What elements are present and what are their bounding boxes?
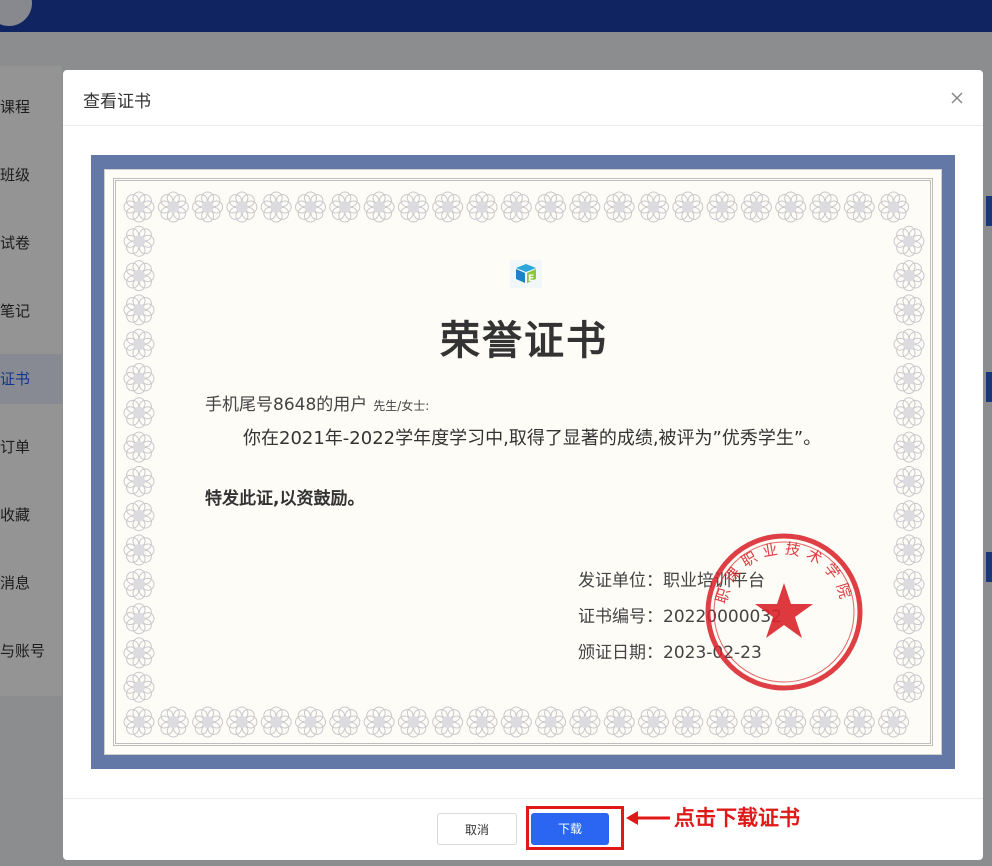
cancel-button[interactable]: 取消 (437, 813, 517, 845)
border-flower (603, 191, 635, 223)
border-flower (397, 706, 429, 738)
border-flower (123, 534, 155, 566)
border-flower (432, 706, 464, 738)
border-flower (638, 191, 669, 223)
border-flower (123, 500, 155, 532)
border-flower (893, 637, 925, 669)
svg-text:E: E (528, 274, 534, 284)
border-flower (466, 706, 498, 738)
border-flower (878, 706, 910, 738)
certificate-title: 荣誉证书 (440, 318, 608, 364)
border-flower (775, 706, 807, 738)
border-flower (893, 500, 925, 532)
border-flower (432, 191, 464, 223)
border-flower (843, 191, 875, 223)
border-flower (123, 465, 155, 497)
border-flower (740, 191, 772, 223)
border-flower (569, 191, 601, 223)
border-flower (157, 191, 189, 223)
border-flower (638, 706, 669, 738)
official-seal: 职课职业技术学院 (705, 533, 863, 691)
annotation-arrow-icon (626, 811, 670, 825)
border-flower (603, 706, 635, 738)
modal-title: 查看证书 (83, 92, 151, 112)
border-flower (740, 706, 772, 738)
modal-footer: 取消 下载 (63, 798, 983, 860)
border-flower (123, 397, 155, 429)
border-flower (363, 191, 395, 223)
border-flower (500, 706, 532, 738)
border-flower (123, 225, 155, 257)
certificate: E 荣誉证书 手机尾号8648的用户 先生/女士: 你在2021年-2022学年度… (91, 155, 955, 769)
border-flower (397, 191, 429, 223)
border-flower (500, 191, 532, 223)
border-flower (466, 191, 498, 223)
border-flower (226, 191, 258, 223)
border-flower (123, 637, 155, 669)
border-flower (706, 706, 738, 738)
border-flower (260, 706, 292, 738)
border-flower (123, 260, 155, 292)
border-flower (329, 191, 361, 223)
border-flower (295, 706, 326, 738)
border-flower (672, 191, 704, 223)
border-flower (893, 534, 925, 566)
certificate-body: 你在2021年-2022学年度学习中,取得了显著的成绩,被评为”优秀学生”。 (243, 428, 822, 449)
border-flower (535, 191, 567, 223)
border-flower (123, 671, 155, 703)
certificate-paper: E 荣誉证书 手机尾号8648的用户 先生/女士: 你在2021年-2022学年度… (104, 169, 942, 755)
border-flower (123, 706, 155, 738)
border-flower (569, 706, 601, 738)
recipient-line: 手机尾号8648的用户 先生/女士: (205, 390, 429, 415)
border-flower (226, 706, 258, 738)
platform-logo-icon: E (510, 260, 542, 288)
view-certificate-modal: 查看证书 E 荣誉证书 手机尾号8648的用户 先生/女士: 你在2021年-20… (63, 70, 983, 860)
border-flower (123, 568, 155, 600)
border-flower (893, 225, 925, 257)
border-flower (878, 191, 910, 223)
border-flower (157, 706, 189, 738)
border-flower (893, 431, 925, 463)
border-flower (893, 603, 925, 635)
border-flower (123, 431, 155, 463)
border-flower (843, 706, 875, 738)
close-icon[interactable] (949, 90, 965, 106)
border-flower (893, 397, 925, 429)
border-flower (123, 363, 155, 394)
border-flower (893, 465, 925, 497)
certificate-closing: 特发此证,以资鼓励。 (205, 489, 365, 509)
border-flower (893, 260, 925, 292)
border-flower (329, 706, 361, 738)
border-flower (893, 363, 925, 394)
border-flower (535, 706, 567, 738)
border-flower (123, 191, 155, 223)
border-flower (706, 191, 738, 223)
download-highlight-box (526, 806, 624, 850)
border-flower (295, 191, 326, 223)
modal-header: 查看证书 (63, 70, 983, 126)
annotation-text: 点击下载证书 (674, 805, 800, 830)
border-flower (809, 706, 841, 738)
recipient-suffix: 先生/女士: (373, 399, 430, 413)
recipient-name: 手机尾号8648的用户 (205, 395, 368, 415)
border-flower (809, 191, 841, 223)
border-flower (123, 603, 155, 635)
border-flower (260, 191, 292, 223)
border-flower (192, 706, 224, 738)
border-flower (775, 191, 807, 223)
border-flower (363, 706, 395, 738)
border-flower (893, 568, 925, 600)
border-flower (893, 671, 925, 703)
border-flower (192, 191, 224, 223)
border-flower (672, 706, 704, 738)
